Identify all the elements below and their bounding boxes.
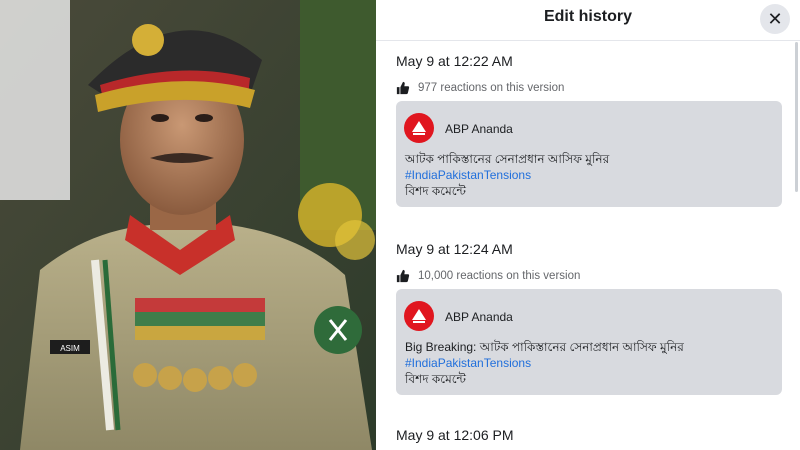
officer-portrait-image: ASIM [0,0,376,450]
panel-title: Edit history [543,8,632,25]
post-text-line: বিশদ কমেন্টে [405,184,466,198]
version-entry: May 9 at 12:06 PM [396,427,786,443]
reactions-row: 10,000 reactions on this version [396,269,786,283]
version-timestamp: May 9 at 12:06 PM [396,427,514,443]
edit-history-panel: Edit history ✕ May 9 at 12:22 AM 977 rea… [376,0,800,450]
abp-logo[interactable] [404,301,434,331]
like-icon [396,269,410,283]
version-entry: May 9 at 12:22 AM 977 reactions on this … [396,53,786,207]
version-entry: May 9 at 12:24 AM 10,000 reactions on th… [396,241,786,395]
reactions-count[interactable]: 10,000 reactions on this version [418,270,580,282]
version-timestamp: May 9 at 12:24 AM [396,241,513,257]
post-author[interactable]: ABP Ananda [445,310,513,324]
version-timestamp: May 9 at 12:22 AM [396,53,513,69]
post-card: ABP Ananda আটক পাকিস্তানের সেনাপ্রধান আস… [396,101,782,207]
post-hashtag[interactable]: #IndiaPakistanTensions [405,356,531,370]
scrollbar[interactable] [795,42,798,192]
post-card: ABP Ananda Big Breaking: আটক পাকিস্তানের… [396,289,782,395]
post-author[interactable]: ABP Ananda [445,122,513,136]
post-hashtag[interactable]: #IndiaPakistanTensions [405,168,531,182]
like-icon [396,81,410,95]
close-icon: ✕ [767,8,783,29]
abp-logo-icon [412,309,426,323]
abp-logo[interactable] [404,113,434,143]
reactions-count[interactable]: 977 reactions on this version [418,82,564,94]
close-button[interactable]: ✕ [760,4,790,34]
officer-photo: ASIM [0,0,376,450]
reactions-row: 977 reactions on this version [396,81,786,95]
post-text-line: বিশদ কমেন্টে [405,372,466,386]
nametag-text: ASIM [60,344,80,353]
panel-header: Edit history ✕ [376,0,800,41]
abp-logo-icon [412,121,426,135]
